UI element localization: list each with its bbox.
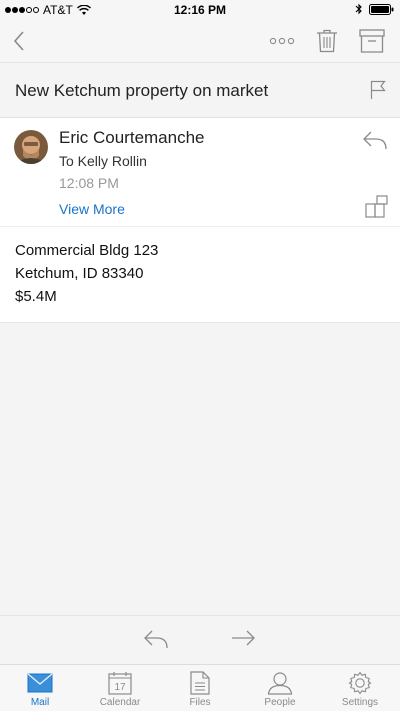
sender-name: Eric Courtemanche — [59, 128, 205, 147]
trash-icon — [317, 29, 337, 53]
tab-label: Mail — [30, 697, 50, 708]
chevron-left-icon — [13, 31, 24, 51]
divider — [0, 226, 400, 227]
settings-icon — [348, 671, 372, 695]
tab-label: People — [264, 697, 296, 708]
addins-icon — [365, 195, 388, 218]
reply-button[interactable] — [362, 130, 388, 155]
archive-button[interactable] — [357, 20, 387, 62]
calendar-day: 17 — [114, 682, 126, 693]
tab-people[interactable]: People — [240, 665, 320, 711]
people-icon — [267, 672, 293, 695]
view-more-link[interactable]: View More — [59, 201, 125, 217]
tab-bar: Mail 17 Calendar Files People Settings — [0, 664, 400, 711]
delete-button[interactable] — [313, 20, 341, 62]
status-time: 12:16 PM — [173, 3, 227, 17]
tab-label: Settings — [341, 697, 379, 708]
more-button[interactable] — [266, 20, 298, 62]
tab-label: Calendar — [99, 697, 141, 708]
flag-button[interactable] — [370, 80, 386, 105]
status-right — [355, 3, 394, 15]
tab-settings[interactable]: Settings — [320, 665, 400, 711]
mail-icon — [27, 673, 53, 693]
back-button[interactable] — [6, 20, 32, 62]
bluetooth-icon — [355, 3, 362, 15]
forward-icon — [232, 630, 255, 646]
flag-icon — [370, 80, 386, 99]
subject-bar: New Ketchum property on market — [0, 62, 400, 118]
message-time: 12:08 PM — [59, 175, 119, 191]
top-toolbar — [0, 20, 400, 62]
reply-button-bottom[interactable] — [143, 628, 169, 655]
tab-calendar[interactable]: 17 Calendar — [80, 665, 160, 711]
battery-icon — [369, 3, 394, 15]
avatar[interactable] — [14, 130, 48, 164]
reply-icon — [144, 630, 168, 649]
email-subject: New Ketchum property on market — [15, 81, 269, 100]
body-line: $5.4M — [15, 288, 57, 305]
tab-files[interactable]: Files — [160, 665, 240, 711]
forward-button[interactable] — [230, 628, 256, 655]
reply-icon — [363, 131, 387, 150]
message-card: Eric Courtemanche To Kelly Rollin 12:08 … — [0, 118, 400, 323]
recipient-line: To Kelly Rollin — [59, 153, 147, 169]
message-actions-bar — [0, 615, 400, 664]
tab-mail[interactable]: Mail — [0, 665, 80, 711]
files-icon — [190, 671, 210, 695]
body-line: Commercial Bldg 123 — [15, 242, 159, 259]
message-body: Commercial Bldg 123 Ketchum, ID 83340 $5… — [15, 239, 158, 308]
body-line: Ketchum, ID 83340 — [15, 265, 144, 282]
tab-label: Files — [189, 697, 211, 708]
more-icon — [269, 37, 295, 45]
calendar-icon: 17 — [108, 672, 132, 695]
archive-icon — [359, 29, 385, 53]
addins-button[interactable] — [365, 195, 389, 224]
status-bar: AT&T 12:16 PM — [0, 0, 400, 20]
